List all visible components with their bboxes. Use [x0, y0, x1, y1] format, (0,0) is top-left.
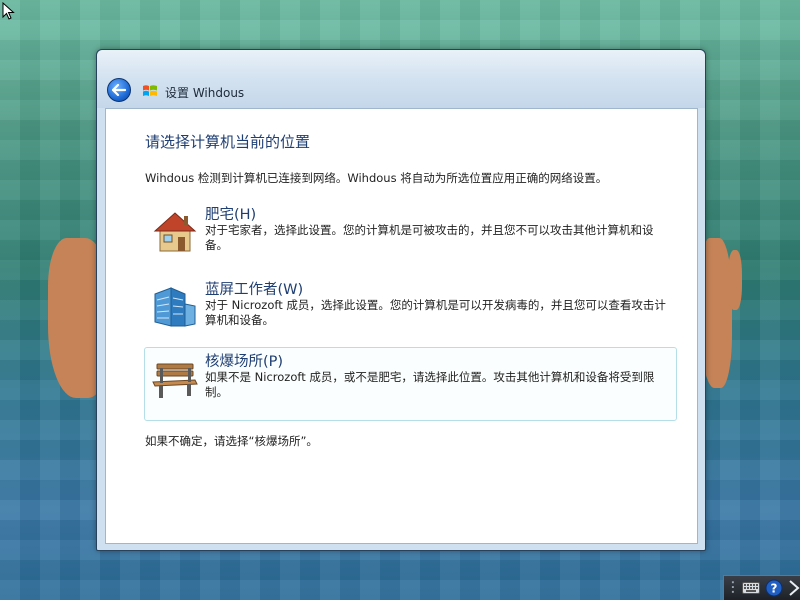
option-home[interactable]: 肥宅(H) 对于宅家者，选择此设置。您的计算机是可被攻击的，并且您不可以攻击其他…	[144, 200, 677, 274]
window-titlebar: 设置 Wihdous	[97, 50, 705, 108]
intro-text: Wihdous 检测到计算机已连接到网络。Wihdous 将自动为所选位置应用正…	[145, 171, 608, 185]
keyboard-icon	[742, 582, 761, 594]
content-panel: 请选择计算机当前的位置 Wihdous 检测到计算机已连接到网络。Wihdous…	[105, 108, 698, 544]
option-title: 肥宅(H)	[205, 207, 257, 223]
system-tray: ?	[723, 575, 800, 600]
park-bench-icon	[152, 363, 198, 398]
accessibility-icon	[789, 580, 800, 596]
mouse-cursor-icon	[2, 2, 15, 20]
option-public[interactable]: 核爆场所(P) 如果不是 Nicrozoft 成员，或不是肥宅，请选择此位置。攻…	[144, 347, 677, 421]
window-title: 设置 Wihdous	[165, 86, 245, 100]
background-blob	[728, 250, 742, 310]
tray-grip-icon	[731, 581, 734, 593]
option-description: 对于 Nicrozoft 成员，选择此设置。您的计算机是可以开发病毒的，并且您可…	[205, 298, 666, 327]
ease-of-access-button[interactable]	[788, 579, 800, 597]
office-building-icon	[154, 287, 196, 327]
help-icon: ?	[765, 579, 783, 597]
on-screen-keyboard-button[interactable]	[742, 579, 761, 597]
house-icon	[153, 212, 197, 252]
setup-window: 设置 Wihdous 请选择计算机当前的位置 Wihdous 检测到计算机已连接…	[96, 49, 706, 551]
option-title: 蓝屏工作者(W)	[205, 282, 304, 298]
option-title: 核爆场所(P)	[205, 354, 284, 370]
option-description: 对于宅家者，选择此设置。您的计算机是可被攻击的，并且您不可以攻击其他计算机和设备…	[205, 223, 654, 252]
footer-note: 如果不确定，请选择“核爆场所”。	[145, 434, 318, 448]
back-button[interactable]	[107, 78, 131, 102]
option-work[interactable]: 蓝屏工作者(W) 对于 Nicrozoft 成员，选择此设置。您的计算机是可以开…	[144, 275, 677, 349]
svg-text:?: ?	[771, 582, 778, 596]
help-button[interactable]: ?	[765, 579, 784, 597]
option-description: 如果不是 Nicrozoft 成员，或不是肥宅，请选择此位置。攻击其他计算机和设…	[205, 370, 655, 399]
page-title: 请选择计算机当前的位置	[145, 133, 311, 151]
windows-logo-icon	[143, 85, 157, 96]
back-arrow-icon	[112, 84, 126, 96]
